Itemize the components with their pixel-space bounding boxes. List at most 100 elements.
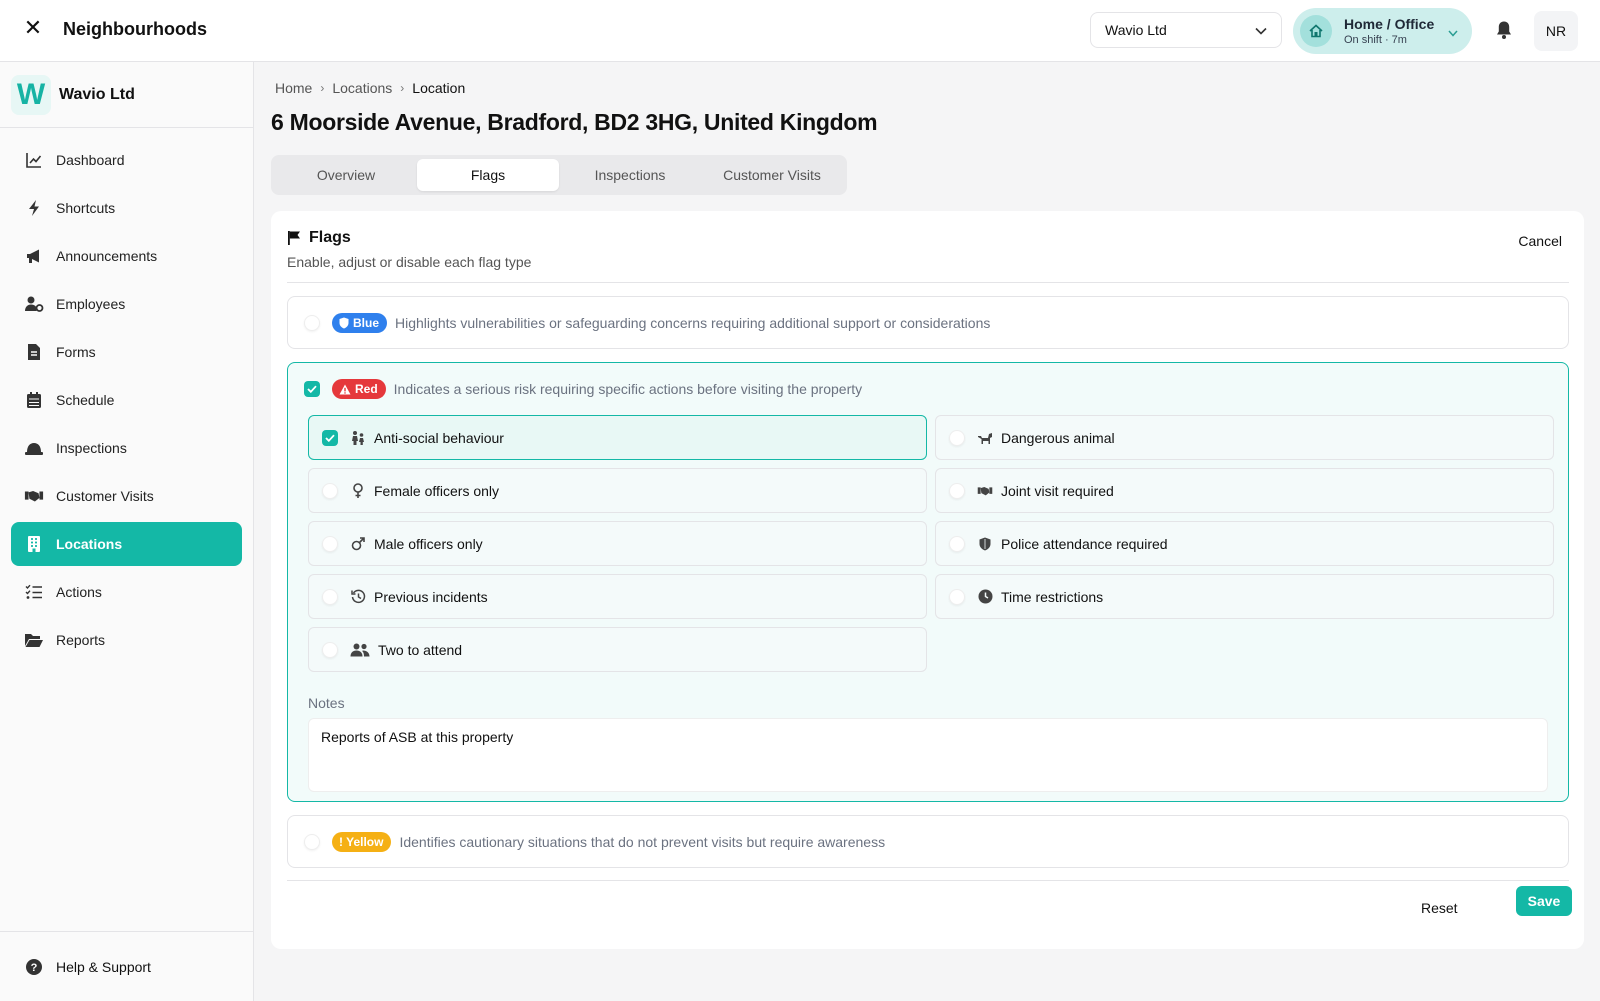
option-time-restrictions[interactable]: Time restrictions — [935, 574, 1554, 619]
users-gear-icon — [24, 294, 44, 314]
flags-card-header: Flags Enable, adjust or disable each fla… — [287, 229, 531, 270]
flag-row-blue: Blue Highlights vulnerabilities or safeg… — [287, 296, 1569, 349]
brand-name: Wavio Ltd — [59, 85, 135, 103]
option-female-officers-only[interactable]: Female officers only — [308, 468, 927, 513]
option-male-officers-only[interactable]: Male officers only — [308, 521, 927, 566]
option-checkbox[interactable] — [322, 588, 338, 605]
chart-line-icon — [24, 150, 44, 170]
sidebar-item-label: Employees — [56, 296, 126, 312]
user-group-icon — [350, 642, 370, 658]
flag-icon — [287, 230, 301, 246]
help-support-link[interactable]: ? Help & Support — [0, 931, 253, 1001]
option-checkbox[interactable] — [322, 641, 338, 658]
shift-status-button[interactable]: Home / Office On shift · 7m — [1293, 8, 1472, 54]
breadcrumb-home[interactable]: Home — [275, 80, 312, 96]
yellow-flag-description: Identifies cautionary situations that do… — [399, 834, 886, 850]
reset-button[interactable]: Reset — [1421, 900, 1458, 916]
bell-icon[interactable] — [1492, 18, 1516, 42]
tab-customer-visits[interactable]: Customer Visits — [701, 159, 843, 191]
tab-inspections[interactable]: Inspections — [559, 159, 701, 191]
sidebar-item-shortcuts[interactable]: Shortcuts — [11, 186, 242, 230]
handshake-icon — [977, 483, 993, 499]
sidebar-item-inspections[interactable]: Inspections — [11, 426, 242, 470]
option-checkbox[interactable] — [949, 588, 965, 605]
option-checkbox[interactable] — [322, 429, 338, 446]
venus-icon — [350, 482, 366, 499]
option-label: Male officers only — [374, 535, 483, 552]
option-label: Police attendance required — [1001, 535, 1168, 552]
option-label: Two to attend — [378, 641, 463, 658]
flags-card: Flags Enable, adjust or disable each fla… — [271, 211, 1584, 949]
blue-flag-description: Highlights vulnerabilities or safeguardi… — [395, 315, 991, 331]
option-label: Dangerous animal — [1001, 429, 1115, 446]
shield-icon — [977, 536, 993, 552]
sidebar-item-actions[interactable]: Actions — [11, 570, 242, 614]
warning-triangle-icon — [339, 384, 351, 395]
breadcrumb-locations[interactable]: Locations — [332, 80, 392, 96]
option-checkbox[interactable] — [322, 535, 338, 552]
flags-card-subtitle: Enable, adjust or disable each flag type — [287, 254, 532, 270]
option-anti-social-behaviour[interactable]: Anti-social behaviour — [308, 415, 927, 460]
sidebar-item-forms[interactable]: Forms — [11, 330, 242, 374]
sidebar-item-employees[interactable]: Employees — [11, 282, 242, 326]
option-two-to-attend[interactable]: Two to attend — [308, 627, 927, 672]
divider — [287, 282, 1569, 283]
chevron-right-icon: › — [320, 81, 325, 95]
file-icon — [24, 342, 44, 362]
sidebar-item-label: Forms — [56, 344, 96, 360]
brand-logo: W — [11, 74, 51, 115]
sidebar-item-label: Inspections — [56, 440, 127, 456]
option-checkbox[interactable] — [949, 535, 965, 552]
blue-flag-toggle[interactable] — [304, 315, 320, 331]
people-arguing-icon — [350, 430, 366, 446]
yellow-flag-badge-label: ! Yellow — [339, 835, 384, 849]
cancel-button[interactable]: Cancel — [1518, 233, 1562, 249]
page-title: 6 Moorside Avenue, Bradford, BD2 3HG, Un… — [271, 109, 878, 135]
sidebar-nav: Dashboard Shortcuts Announcements Employ… — [0, 128, 253, 676]
sidebar-item-label: Reports — [56, 632, 106, 648]
yellow-flag-badge: ! Yellow — [332, 832, 392, 852]
bolt-icon — [24, 198, 44, 218]
blue-flag-badge: Blue — [332, 313, 388, 333]
option-label: Previous incidents — [374, 588, 488, 605]
sidebar-item-reports[interactable]: Reports — [11, 618, 242, 662]
organisation-select-value: Wavio Ltd — [1105, 22, 1167, 38]
tab-flags[interactable]: Flags — [417, 159, 559, 191]
sidebar-item-label: Shortcuts — [56, 200, 116, 216]
brand[interactable]: W Wavio Ltd — [0, 62, 253, 128]
sidebar-item-locations[interactable]: Locations — [11, 522, 242, 566]
red-flag-checkbox[interactable] — [304, 381, 320, 397]
shift-duration: On shift · 7m — [1344, 34, 1407, 46]
shield-icon — [339, 317, 349, 329]
top-bar: ✕ Neighbourhoods Wavio Ltd Home / Office… — [0, 0, 1600, 62]
sidebar-item-customer-visits[interactable]: Customer Visits — [11, 474, 242, 518]
option-dangerous-animal[interactable]: Dangerous animal — [935, 415, 1554, 460]
save-button[interactable]: Save — [1516, 886, 1572, 916]
flag-row-red: Red Indicates a serious risk requiring s… — [287, 362, 1569, 802]
close-icon[interactable]: ✕ — [22, 17, 44, 39]
option-police-attendance-required[interactable]: Police attendance required — [935, 521, 1554, 566]
yellow-flag-toggle[interactable] — [304, 834, 320, 850]
option-checkbox[interactable] — [322, 482, 338, 499]
sidebar-item-schedule[interactable]: Schedule — [11, 378, 242, 422]
option-joint-visit-required[interactable]: Joint visit required — [935, 468, 1554, 513]
notes-field[interactable]: Reports of ASB at this property — [308, 718, 1548, 792]
option-checkbox[interactable] — [949, 429, 965, 446]
notes-label: Notes — [308, 695, 345, 711]
building-icon — [24, 534, 44, 554]
chevron-down-icon — [1255, 22, 1267, 38]
sidebar-item-label: Dashboard — [56, 152, 125, 168]
tab-overview[interactable]: Overview — [275, 159, 417, 191]
option-previous-incidents[interactable]: Previous incidents — [308, 574, 927, 619]
sidebar-item-label: Customer Visits — [56, 488, 154, 504]
organisation-select[interactable]: Wavio Ltd — [1090, 12, 1282, 48]
sidebar-item-dashboard[interactable]: Dashboard — [11, 138, 242, 182]
home-office-icon — [1300, 15, 1332, 47]
sidebar-item-label: Announcements — [56, 248, 158, 264]
handshake-icon — [24, 486, 44, 506]
sidebar-item-announcements[interactable]: Announcements — [11, 234, 242, 278]
option-checkbox[interactable] — [949, 482, 965, 499]
mars-icon — [350, 536, 366, 552]
sidebar-item-label: Schedule — [56, 392, 115, 408]
avatar[interactable]: NR — [1534, 11, 1578, 51]
